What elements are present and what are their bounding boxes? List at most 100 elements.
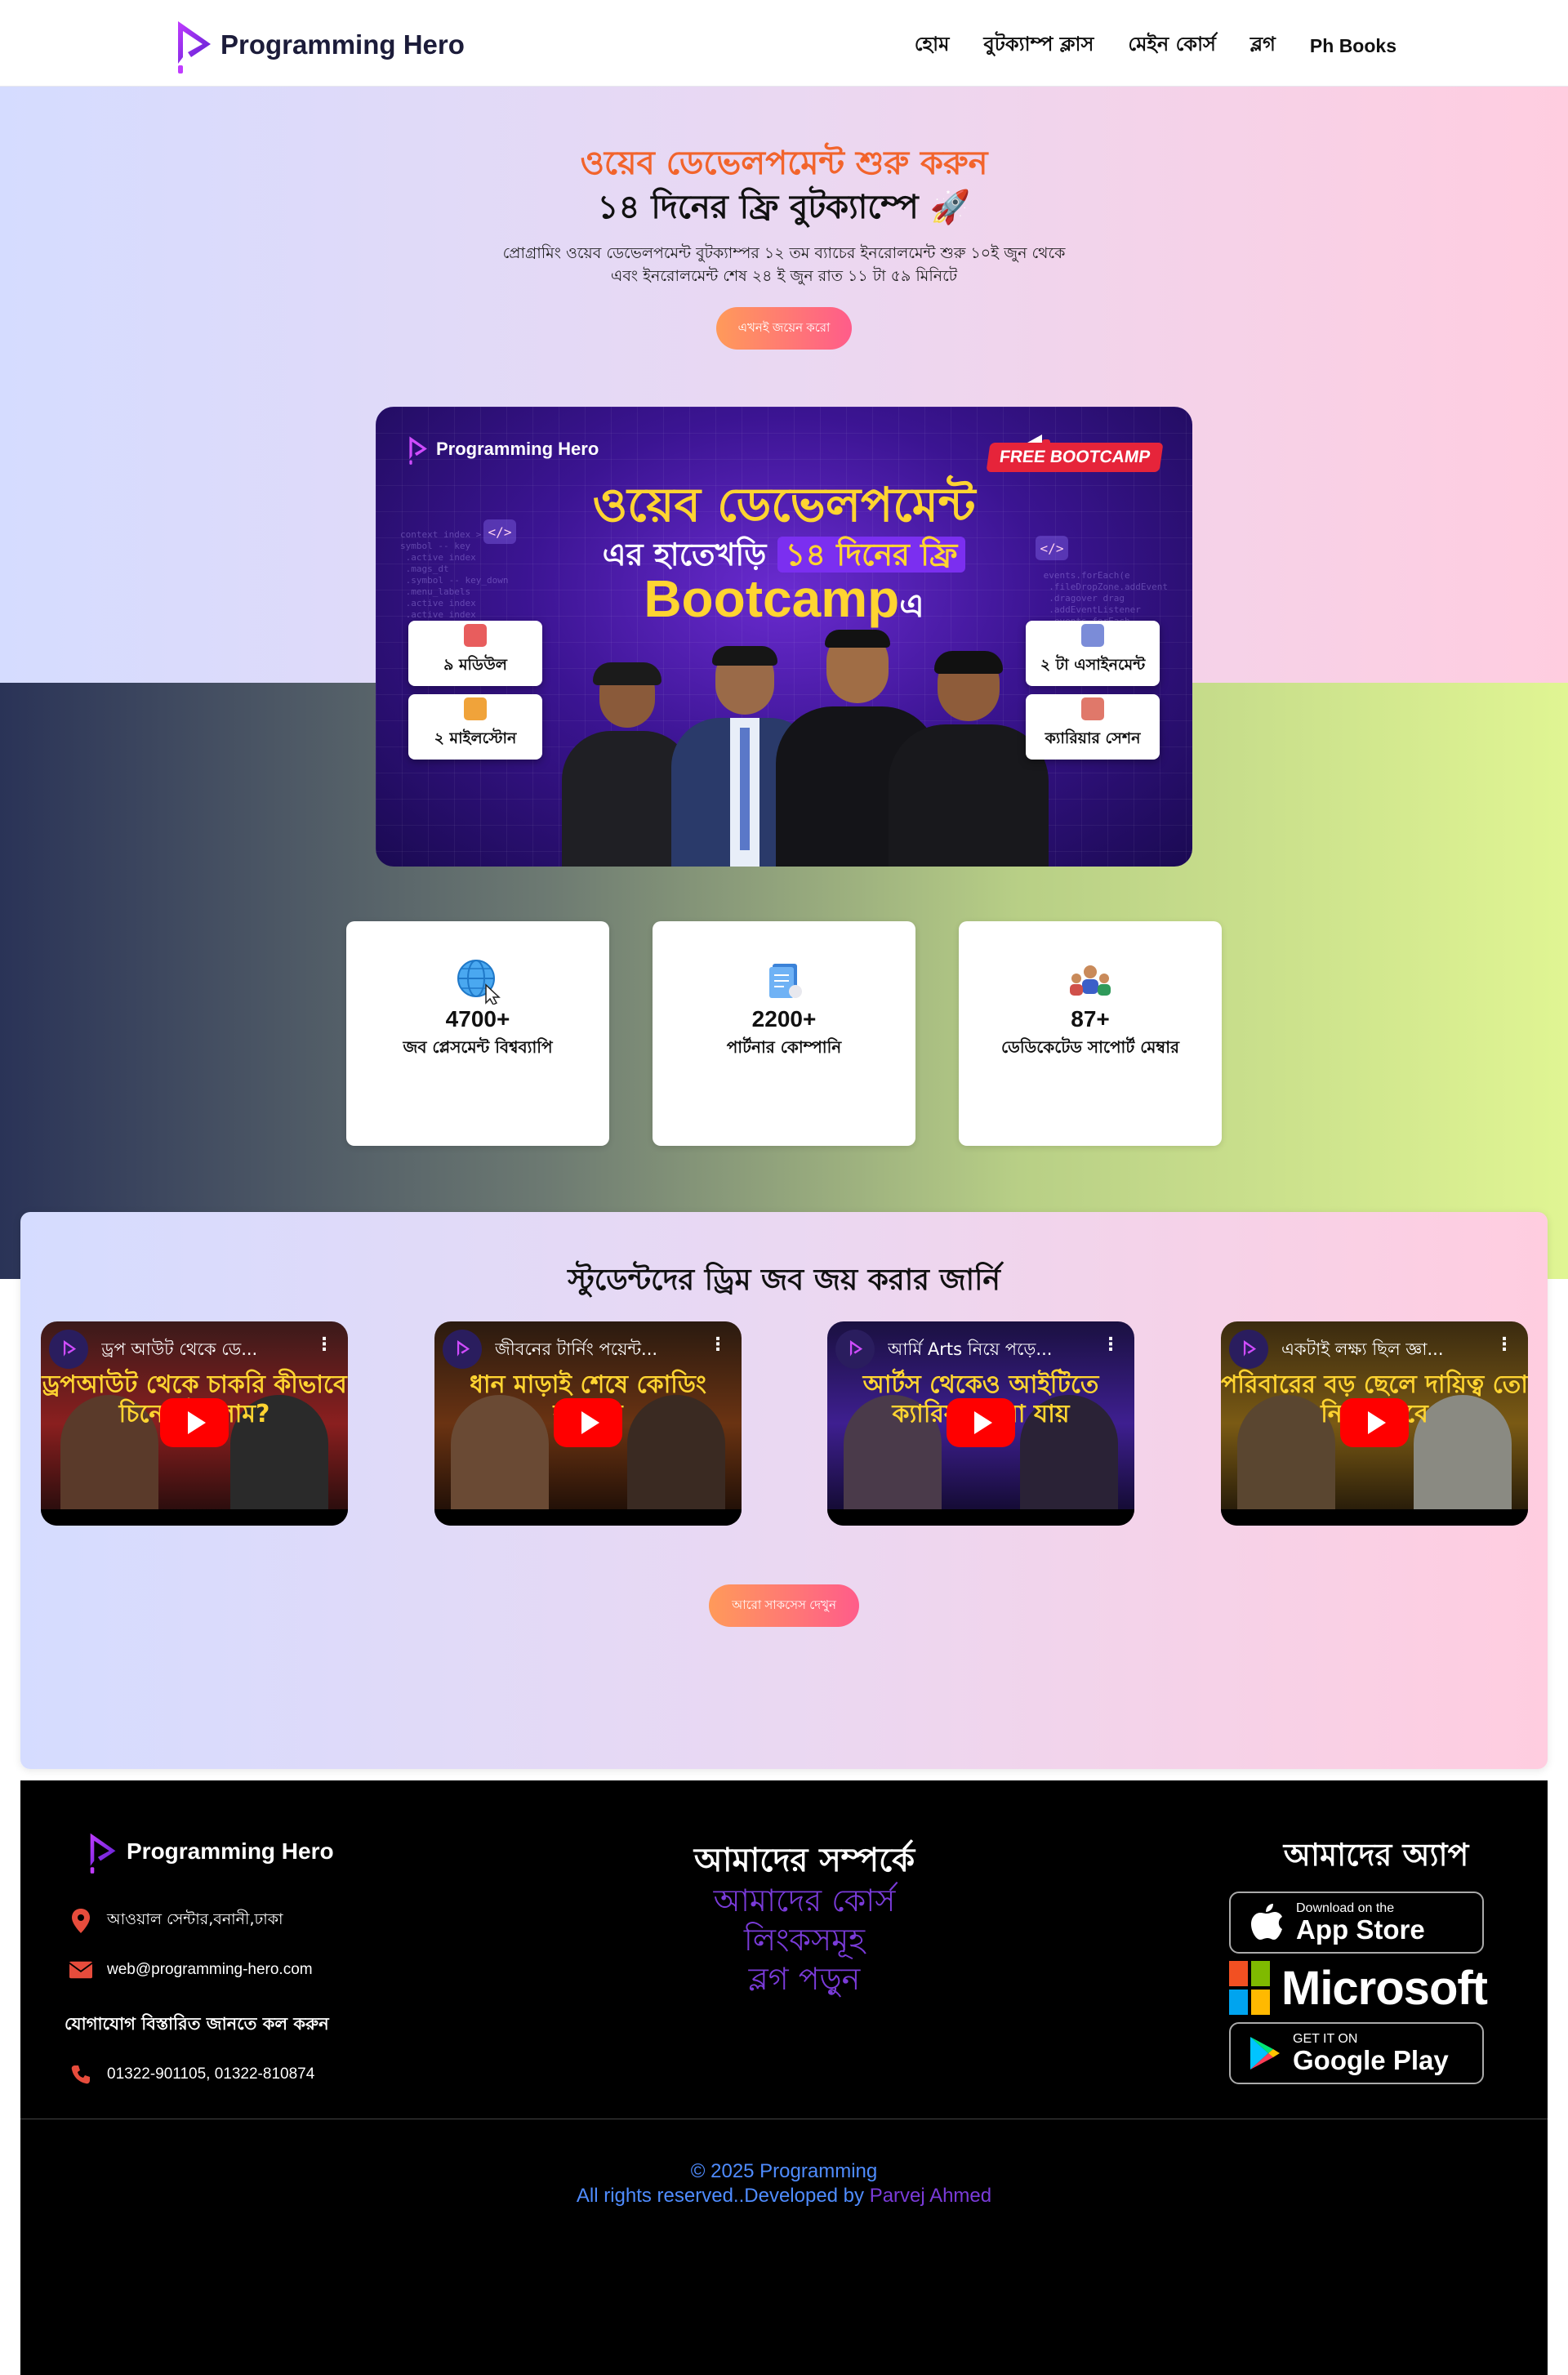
milestone-card: ২ মাইলস্টোন (408, 694, 542, 760)
nav-home[interactable]: হোম (915, 29, 950, 62)
stat-label: জব প্লেসমেন্ট বিশ্বব্যাপি (403, 1037, 553, 1057)
app-heading: আমাদের অ্যাপ (1283, 1837, 1469, 1873)
video-title: একটাই লক্ষ্য ছিল জ্ঞা... (1281, 1339, 1444, 1359)
video-thumbnail[interactable]: পরিবারের বড় ছেলে দায়িত্ব তো নিতেই হবে … (1221, 1321, 1528, 1526)
brand-logo-icon (90, 1833, 116, 1874)
play-button-icon[interactable] (160, 1398, 229, 1447)
rights-line: All rights reserved..Developed by Parvej… (20, 2184, 1548, 2208)
envelope-icon (69, 1958, 92, 1981)
play-button-icon[interactable] (554, 1398, 622, 1447)
video-bottom-bar (41, 1509, 348, 1526)
footer-email[interactable]: web@programming-hero.com (69, 1958, 313, 1981)
brand-logo[interactable]: Programming Hero (170, 15, 465, 75)
nav-bootcamp-class[interactable]: বুটক্যাম্প ক্লাস (983, 29, 1094, 62)
footer-phone[interactable]: 01322-901105, 01322-810874 (69, 2063, 314, 2086)
phone-icon (69, 2063, 92, 2086)
banner-bootcamp-text: Bootcamp (644, 569, 900, 628)
google-play-big-text: Google Play (1293, 2045, 1449, 2075)
career-icon (1081, 697, 1104, 720)
call-heading: যোগাযোগ বিস্তারিত জানতে কল করুন (65, 2014, 329, 2034)
more-options-icon[interactable]: ⋮ (315, 1335, 333, 1355)
developer-link[interactable]: Parvej Ahmed (870, 2185, 991, 2207)
assignment-card-label: ২ টা এসাইনমেন্ট (1040, 656, 1146, 674)
channel-avatar (835, 1330, 875, 1369)
microsoft-logo-icon (1229, 1961, 1270, 2015)
channel-avatar (49, 1330, 88, 1369)
globe-icon (457, 960, 501, 1005)
more-options-icon[interactable]: ⋮ (1102, 1335, 1120, 1355)
milestone-card-label: ২ মাইলস্টোন (434, 729, 517, 747)
hero-description-line-1: প্রোগ্রামিং ওয়েব ডেভেলপমেন্ট বুটক্যাম্প… (502, 244, 1066, 262)
play-button-icon[interactable] (947, 1398, 1015, 1447)
rights-text: All rights reserved..Developed by (576, 2185, 865, 2207)
stat-value: 2200+ (751, 1006, 817, 1032)
student-journey-section: স্টুডেন্টদের ড্রিম জব জয় করার জার্নি ড্… (20, 1212, 1548, 1769)
brand-logo-icon (409, 436, 427, 465)
stat-card-jobs: 4700+ জব প্লেসমেন্ট বিশ্বব্যাপি (346, 921, 609, 1146)
video-thumbnail[interactable]: ড্রপআউট থেকে চাকরি কীভাবে চিনে দাঁড়ালাম… (41, 1321, 348, 1526)
hero-description-line-2: এবং ইনরোলমেন্ট শেষ ২৪ ই জুন রাত ১১ টা ৫৯… (610, 267, 958, 285)
brand-logo-icon (849, 1340, 863, 1357)
hero-subtitle: ১৪ দিনের ফ্রি বুটক্যাম্পে 🚀 (597, 189, 971, 226)
site-header: Programming Hero হোম বুটক্যাম্প ক্লাস মে… (0, 0, 1568, 87)
more-options-icon[interactable]: ⋮ (1495, 1335, 1513, 1355)
microsoft-store-badge[interactable]: Microsoft (1229, 1957, 1488, 2019)
career-session-card: ক্যারিয়ার সেশন (1026, 694, 1160, 760)
app-store-badge[interactable]: Download on the App Store (1229, 1892, 1484, 1954)
assignment-card: ২ টা এসাইনমেন্ট (1026, 621, 1160, 686)
app-store-big-text: App Store (1296, 1914, 1425, 1945)
google-play-icon (1250, 2037, 1280, 2070)
bootcamp-banner[interactable]: context index > symbol -- key .active in… (376, 407, 1192, 867)
video-title: ড্রপ আউট থেকে ডে... (101, 1339, 258, 1359)
more-options-icon[interactable]: ⋮ (709, 1335, 727, 1355)
footer-brand[interactable]: Programming Hero (84, 1828, 334, 1875)
copyright: © 2025 Programming All rights reserved..… (20, 2159, 1548, 2208)
video-thumbnail[interactable]: ধান মাড়াই শেষে কোডিং করতাম জীবনের টার্ন… (434, 1321, 742, 1526)
stat-value: 4700+ (445, 1006, 510, 1032)
main-nav: হোম বুটক্যাম্প ক্লাস মেইন কোর্স ব্লগ Ph … (915, 29, 1396, 62)
module-card-label: ৯ মডিউল (443, 656, 507, 674)
more-success-button[interactable]: আরো সাকসেস দেখুন (709, 1584, 859, 1627)
play-button-icon[interactable] (1340, 1398, 1409, 1447)
footer-address: আওয়াল সেন্টার,বনানী,ঢাকা (69, 1908, 283, 1934)
location-pin-icon (69, 1909, 92, 1933)
brand-name: Programming Hero (220, 29, 465, 60)
nav-main-course[interactable]: মেইন কোর্স (1128, 29, 1216, 62)
banner-brand-name: Programming Hero (436, 439, 599, 459)
brand-logo-icon (457, 1340, 470, 1357)
video-title: জীবনের টার্নিং পয়েন্ট... (495, 1339, 658, 1359)
nav-ph-books[interactable]: Ph Books (1310, 35, 1396, 57)
career-session-card-label: ক্যারিয়ার সেশন (1045, 729, 1141, 747)
email-text: web@programming-hero.com (107, 1961, 313, 1978)
stat-label: ডেডিকেটেড সাপোর্ট মেম্বার (1000, 1037, 1179, 1057)
copyright-line: © 2025 Programming (690, 2160, 878, 2182)
phone-text: 01322-901105, 01322-810874 (107, 2065, 315, 2083)
video-bottom-bar (827, 1509, 1134, 1526)
stat-label: পার্টনার কোম্পানি (726, 1037, 842, 1057)
stat-value: 87+ (1071, 1006, 1110, 1032)
apple-icon (1251, 1904, 1282, 1940)
address-text: আওয়াল সেন্টার,বনানী,ঢাকা (107, 1910, 283, 1928)
milestone-icon (464, 697, 487, 720)
banner-highlight: ১৪ দিনের ফ্রি (777, 537, 966, 573)
footer-link-blog[interactable]: ব্লগ পড়ুন (584, 1955, 1025, 2007)
team-icon (1070, 965, 1111, 996)
join-now-button[interactable]: এখনই জয়েন করো (716, 307, 852, 350)
module-icon (464, 624, 487, 647)
google-play-badge[interactable]: GET IT ON Google Play (1229, 2022, 1484, 2084)
section-title: স্টুডেন্টদের ড্রিম জব জয় করার জার্নি (568, 1263, 1000, 1297)
hero-description: প্রোগ্রামিং ওয়েব ডেভেলপমেন্ট বুটক্যাম্প… (457, 242, 1111, 287)
video-thumbnail[interactable]: আর্টস থেকেও আইটিতে ক্যারিয়ার করা যায় আ… (827, 1321, 1134, 1526)
banner-subheadline-prefix: এর হাতেখড়ি (602, 537, 767, 573)
banner-bootcamp-suffix: এ (899, 587, 924, 625)
video-bottom-bar (434, 1509, 742, 1526)
free-bootcamp-badge: FREE BOOTCAMP (986, 443, 1164, 472)
module-card: ৯ মডিউল (408, 621, 542, 686)
channel-avatar (1229, 1330, 1268, 1369)
assignment-icon (1081, 624, 1104, 647)
instructor-photo (889, 651, 1049, 867)
site-footer: Programming Hero আওয়াল সেন্টার,বনানী,ঢা… (20, 1780, 1548, 2375)
nav-blog[interactable]: ব্লগ (1250, 29, 1276, 62)
brand-logo-icon (178, 21, 211, 74)
document-icon (769, 964, 802, 998)
